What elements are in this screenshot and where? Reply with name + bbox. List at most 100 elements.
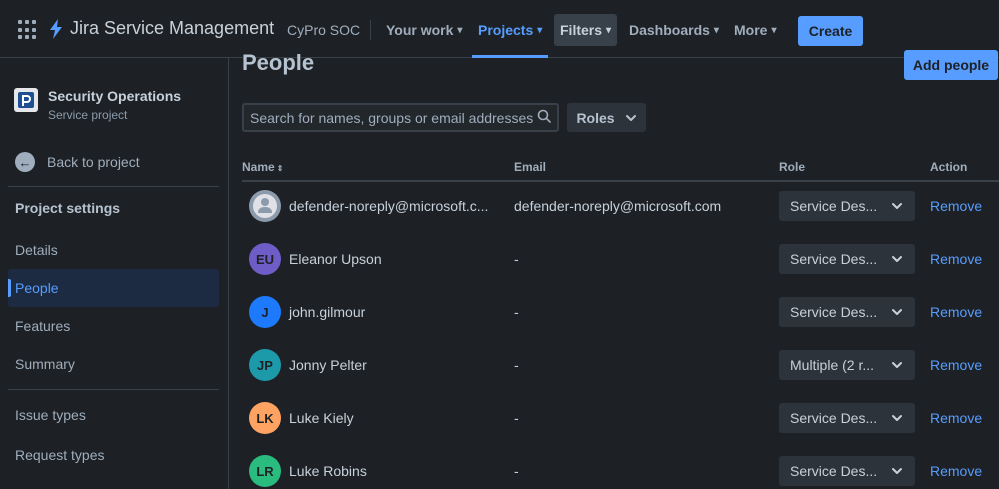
avatar-initials: LR <box>256 463 274 479</box>
chevron-down-icon: ▾ <box>457 24 463 36</box>
chevron-down-icon <box>625 114 636 121</box>
role-select[interactable]: Service Des... <box>779 191 915 221</box>
roles-filter-label: Roles <box>576 109 615 126</box>
nav-your-work[interactable]: Your work ▾ <box>380 14 468 46</box>
sidebar-item-request-types[interactable]: Request types <box>8 436 219 474</box>
column-header-name-label: Name <box>242 160 275 174</box>
nav-more[interactable]: More ▾ <box>728 14 782 46</box>
chevron-down-icon <box>892 415 902 421</box>
nav-projects-label: Projects <box>478 22 534 38</box>
role-select[interactable]: Multiple (2 r... <box>779 350 915 380</box>
sidebar-item-people[interactable]: People <box>8 269 219 307</box>
role-select[interactable]: Service Des... <box>779 403 915 433</box>
avatar[interactable]: JP <box>249 349 281 381</box>
product-name: Jira Service Management <box>70 18 275 38</box>
role-select-value: Service Des... <box>790 251 878 267</box>
back-to-project-link[interactable]: ← Back to project <box>15 152 140 172</box>
nav-dashboards[interactable]: Dashboards ▾ <box>623 14 725 46</box>
role-select[interactable]: Service Des... <box>779 297 915 327</box>
chevron-down-icon <box>892 468 902 474</box>
nav-filters[interactable]: Filters ▾ <box>554 14 618 46</box>
user-name[interactable]: defender-noreply@microsoft.c... <box>289 198 488 214</box>
add-people-button[interactable]: Add people <box>904 50 998 80</box>
create-button[interactable]: Create <box>798 16 863 46</box>
role-select-value: Service Des... <box>790 198 878 214</box>
column-header-role: Role <box>779 160 806 174</box>
sidebar-item-label: Summary <box>15 356 75 372</box>
app-switcher-icon[interactable] <box>18 20 38 40</box>
remove-user-link[interactable]: Remove <box>930 198 982 214</box>
avatar[interactable] <box>249 190 281 222</box>
lightning-bolt-icon <box>50 18 62 39</box>
sidebar-item-features[interactable]: Features <box>8 307 219 345</box>
project-sidebar: Security Operations Service project ← Ba… <box>0 58 229 489</box>
avatar-initials: J <box>261 304 269 320</box>
search-icon[interactable] <box>537 109 551 126</box>
table-row: JP Jonny Pelter - Multiple (2 r... Remove <box>242 340 999 393</box>
avatar-initials: EU <box>255 251 275 267</box>
user-email: - <box>514 357 519 373</box>
nav-projects[interactable]: Projects ▾ <box>472 14 549 58</box>
nav-more-label: More <box>734 22 768 38</box>
user-email: - <box>514 304 519 320</box>
column-header-action: Action <box>930 160 968 174</box>
roles-filter-button[interactable]: Roles <box>567 103 646 132</box>
remove-user-link[interactable]: Remove <box>930 251 982 267</box>
user-email: - <box>514 463 519 479</box>
site-name[interactable]: CyPro SOC <box>287 22 360 38</box>
chevron-down-icon <box>892 309 902 315</box>
user-name[interactable]: Jonny Pelter <box>289 357 367 373</box>
remove-user-link[interactable]: Remove <box>930 357 982 373</box>
arrow-left-icon: ← <box>15 152 35 172</box>
nav-filters-label: Filters <box>560 22 603 38</box>
avatar[interactable]: J <box>249 296 281 328</box>
sidebar-item-details[interactable]: Details <box>8 231 219 269</box>
nav-dashboards-label: Dashboards <box>629 22 710 38</box>
column-header-email: Email <box>514 160 547 174</box>
user-name[interactable]: Luke Kiely <box>289 410 354 426</box>
role-select-value: Service Des... <box>790 463 878 479</box>
avatar[interactable]: EU <box>249 243 281 275</box>
role-select[interactable]: Service Des... <box>779 456 915 486</box>
user-email: - <box>514 410 519 426</box>
remove-user-link[interactable]: Remove <box>930 304 982 320</box>
sidebar-item-summary[interactable]: Summary <box>8 345 219 383</box>
table-row: LK Luke Kiely - Service Des... Remove <box>242 393 999 446</box>
table-row: EU Eleanor Upson - Service Des... Remove <box>242 234 999 287</box>
sidebar-divider <box>8 389 219 390</box>
top-navigation: Jira Service Management CyPro SOC Your w… <box>0 0 999 58</box>
project-type: Service project <box>48 108 128 122</box>
people-search <box>242 103 559 132</box>
search-input[interactable] <box>250 109 537 126</box>
avatar[interactable]: LK <box>249 402 281 434</box>
remove-user-link[interactable]: Remove <box>930 463 982 479</box>
role-select[interactable]: Service Des... <box>779 244 915 274</box>
remove-user-link[interactable]: Remove <box>930 410 982 426</box>
sidebar-item-issue-types[interactable]: Issue types <box>8 396 219 434</box>
sort-icon: ⇕ <box>276 164 284 173</box>
user-name[interactable]: Eleanor Upson <box>289 251 382 267</box>
role-select-value: Multiple (2 r... <box>790 357 875 373</box>
role-select-value: Service Des... <box>790 410 878 426</box>
chevron-down-icon <box>892 362 902 368</box>
avatar[interactable]: LR <box>249 455 281 487</box>
column-header-name[interactable]: Name ⇕ <box>242 160 283 174</box>
project-header[interactable]: Security Operations Service project <box>14 88 181 122</box>
chevron-down-icon <box>892 203 902 209</box>
product-logo[interactable]: Jira Service Management <box>48 18 274 39</box>
table-row: defender-noreply@microsoft.c... defender-… <box>242 181 999 234</box>
page-title: People <box>242 50 315 75</box>
sidebar-item-label: Details <box>15 242 58 258</box>
user-email: - <box>514 251 519 267</box>
project-settings-heading: Project settings <box>15 200 121 216</box>
user-name[interactable]: john.gilmour <box>289 304 365 320</box>
nav-your-work-label: Your work <box>386 22 454 38</box>
table-row: LR Luke Robins - Service Des... Remove <box>242 446 999 489</box>
user-name[interactable]: Luke Robins <box>289 463 367 479</box>
user-email: defender-noreply@microsoft.com <box>514 198 722 214</box>
project-avatar-icon <box>14 88 38 112</box>
chevron-down-icon: ▾ <box>537 24 543 36</box>
sidebar-item-label: Features <box>15 318 71 334</box>
project-title: Security Operations <box>48 88 182 104</box>
nav-divider <box>370 20 371 40</box>
